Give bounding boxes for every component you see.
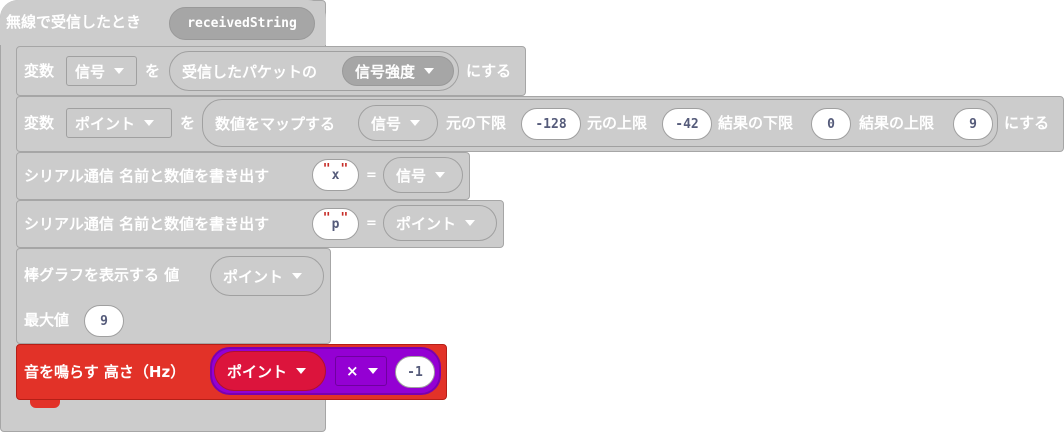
quote-open-icon: " xyxy=(322,161,331,177)
chevron-down-icon xyxy=(144,120,155,126)
to-high-input[interactable]: 9 xyxy=(953,108,993,140)
chevron-down-icon xyxy=(435,172,446,178)
to-low-label: 結果の下限 xyxy=(718,114,794,132)
operand-input[interactable]: -1 xyxy=(395,356,435,388)
chevron-down-icon xyxy=(114,68,125,74)
serial1-name: x xyxy=(331,167,340,183)
chevron-down-icon xyxy=(292,273,303,279)
set1-var-label: 信号 xyxy=(75,62,106,81)
serial2-name: p xyxy=(331,216,340,232)
quote-close-icon: " xyxy=(340,210,349,226)
tone-var-label: ポイント xyxy=(227,362,288,381)
from-high-value: -42 xyxy=(675,116,699,132)
param-label: receivedString xyxy=(187,16,297,31)
set1-var-dropdown[interactable]: 信号 xyxy=(66,56,137,86)
received-packet-label: 受信したパケットの xyxy=(182,62,318,81)
serial2-name-input[interactable]: " p " xyxy=(312,208,359,240)
quote-open-icon: " xyxy=(322,210,331,226)
from-high-input[interactable]: -42 xyxy=(662,108,712,140)
bar-max-value: 9 xyxy=(100,313,108,329)
map-source-label: 信号 xyxy=(371,114,402,133)
tone-label: 音を鳴らす 高さ（Hz） xyxy=(24,363,186,381)
set1-end: にする xyxy=(466,62,512,80)
chevron-down-icon xyxy=(424,68,435,74)
serial2-eq: = xyxy=(366,216,377,231)
from-low-value: -128 xyxy=(535,116,567,132)
chevron-down-icon xyxy=(410,120,421,126)
operator-label: × xyxy=(346,362,359,380)
tone-var-dropdown[interactable]: ポイント xyxy=(214,351,326,391)
bar-value: ポイント xyxy=(223,267,284,286)
bar-max-label: 最大値 xyxy=(24,311,70,329)
serial2-label: シリアル通信 名前と数値を書き出す xyxy=(24,215,270,233)
set2-mid: を xyxy=(180,114,196,132)
serial2-value: ポイント xyxy=(396,214,457,233)
chevron-down-icon xyxy=(465,220,476,226)
serial1-eq: = xyxy=(366,168,377,183)
to-high-value: 9 xyxy=(969,116,977,132)
set2-var-dropdown[interactable]: ポイント xyxy=(66,108,172,138)
set2-end: にする xyxy=(1004,114,1050,132)
to-low-value: 0 xyxy=(827,116,835,132)
from-low-input[interactable]: -128 xyxy=(521,108,581,140)
serial1-label: シリアル通信 名前と数値を書き出す xyxy=(24,167,270,185)
set2-keyword: 変数 xyxy=(24,114,55,132)
map-label: 数値をマップする xyxy=(215,114,336,133)
signal-strength-label: 信号強度 xyxy=(355,62,416,81)
quote-close-icon: " xyxy=(340,161,349,177)
serial1-value: 信号 xyxy=(396,166,427,185)
bar-label: 棒グラフを表示する 値 xyxy=(24,266,180,284)
operator-dropdown[interactable]: × xyxy=(335,356,387,386)
bar-max-input[interactable]: 9 xyxy=(84,305,124,337)
received-string-param[interactable]: receivedString xyxy=(169,7,315,40)
bar-value-dropdown[interactable]: ポイント xyxy=(210,256,324,296)
operand-value: -1 xyxy=(407,364,423,380)
from-low-label: 元の下限 xyxy=(446,114,507,132)
from-high-label: 元の上限 xyxy=(587,114,648,132)
serial1-name-input[interactable]: " x " xyxy=(312,159,359,191)
block-notch xyxy=(30,400,60,408)
serial2-value-dropdown[interactable]: ポイント xyxy=(383,205,497,241)
chevron-down-icon xyxy=(296,368,307,374)
to-low-input[interactable]: 0 xyxy=(811,108,851,140)
map-source-dropdown[interactable]: 信号 xyxy=(358,105,438,141)
set2-var-label: ポイント xyxy=(75,114,136,133)
set1-mid: を xyxy=(145,62,161,80)
chevron-down-icon xyxy=(367,368,378,374)
serial1-value-dropdown[interactable]: 信号 xyxy=(383,157,463,193)
to-high-label: 結果の上限 xyxy=(859,114,935,132)
set1-keyword: 変数 xyxy=(24,62,55,80)
event-label: 無線で受信したとき xyxy=(6,13,142,31)
signal-strength-dropdown[interactable]: 信号強度 xyxy=(342,56,454,86)
